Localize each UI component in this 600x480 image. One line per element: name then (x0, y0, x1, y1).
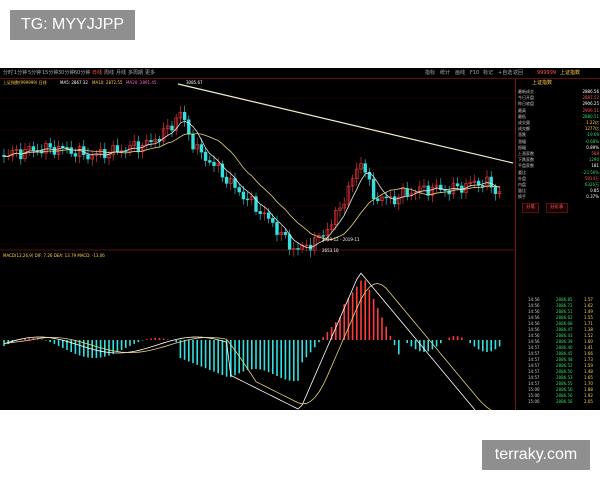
tick-row: 15:00 2886.56 2.05 (518, 398, 600, 405)
quote-row: 换手 0.37% (518, 193, 599, 200)
candle-body (48, 143, 52, 148)
candle-body (199, 144, 204, 153)
candle-body (489, 176, 493, 188)
candle-body (296, 248, 300, 250)
candle-body (455, 183, 460, 187)
trend-line (177, 83, 514, 164)
candle-body (271, 218, 275, 223)
candle-body (224, 176, 229, 184)
range-label: 2019-12 - 2019-11 (322, 237, 360, 242)
candle-body (170, 125, 174, 131)
candle-body (191, 133, 195, 150)
candle-body (212, 161, 216, 167)
candle-body (481, 184, 485, 187)
candle-body (405, 188, 409, 196)
tab-ticks[interactable]: 分笔 (522, 203, 539, 213)
candle-body (241, 191, 246, 200)
candle-body (363, 163, 367, 173)
candle-body (73, 153, 78, 157)
low-price-label: 2653.10 (322, 248, 339, 253)
stock-code: 999999 (537, 70, 557, 76)
tab-price-table[interactable]: 分价表 (546, 203, 568, 213)
trading-terminal: 分时 1分钟 5分钟 15分钟 30分钟 60分钟 日线 周线 月线 多周期 更… (0, 68, 600, 410)
watermark-top: TG: MYYJJPP (10, 10, 135, 40)
quote-value: 0.37% (586, 194, 599, 200)
candle-body (52, 146, 57, 155)
candle-body (187, 119, 191, 135)
candlestick-chart[interactable] (0, 68, 515, 410)
candle-body (283, 232, 288, 235)
candle-body (115, 145, 120, 152)
candle-body (149, 140, 153, 143)
candle-body (392, 196, 397, 205)
candle-body (371, 178, 376, 199)
candle-body (69, 147, 73, 154)
candle-body (61, 146, 65, 148)
watermark-bottom: terraky.com (482, 440, 590, 470)
candle-body (31, 146, 36, 151)
candle-body (208, 160, 212, 163)
candle-body (258, 211, 262, 214)
candle-body (203, 151, 208, 161)
candle-body (237, 187, 241, 193)
quote-label: 换手 (518, 194, 526, 200)
candle-body (82, 146, 86, 156)
quote-panel-title: 上证指数 (532, 80, 553, 86)
tick-price: 2886.56 (556, 399, 573, 404)
candle-body (493, 186, 498, 194)
candle-body (266, 212, 271, 219)
candle-body (287, 234, 292, 250)
candle-body (136, 141, 141, 153)
macd-label: MACD(12,26,9) DIF: 7.26 DEA: 13.79 MACD:… (3, 253, 105, 258)
tick-vol: 2.05 (584, 399, 593, 404)
candle-body (275, 222, 279, 235)
candle-body (103, 149, 107, 159)
candle-body (86, 154, 90, 160)
tick-time: 15:00 (528, 399, 540, 404)
stock-name: 上证指数 (560, 70, 581, 76)
candle-body (376, 198, 380, 201)
candle-body (182, 111, 187, 121)
candle-body (384, 196, 388, 199)
ma-line-short (3, 120, 500, 249)
candle-body (245, 198, 250, 201)
peak-price-label: 3085.67 (186, 80, 203, 85)
